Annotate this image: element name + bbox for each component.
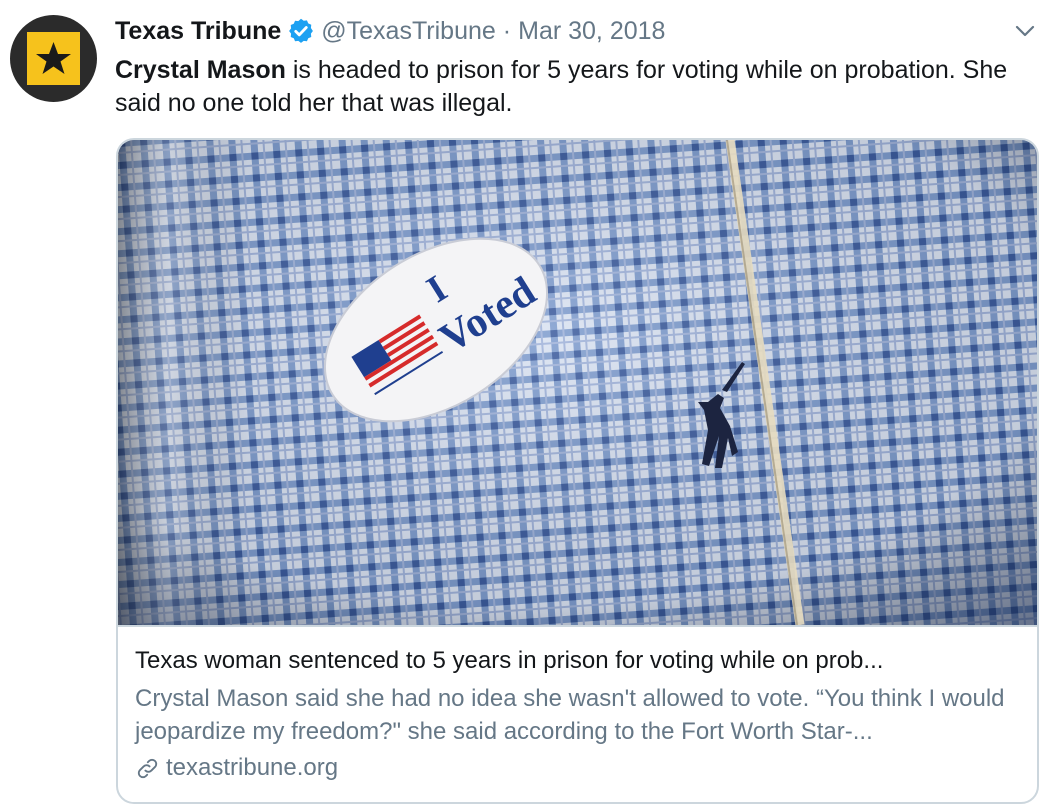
author-name[interactable]: Texas Tribune <box>115 17 281 46</box>
separator-dot: · <box>502 16 512 45</box>
avatar[interactable] <box>10 15 97 102</box>
tweet-text: Crystal Mason is headed to prison for 5 … <box>115 54 1025 120</box>
card-domain-text[interactable]: texastribune.org <box>166 754 338 782</box>
card-image[interactable]: I Voted <box>118 140 1039 625</box>
author-handle[interactable]: @TexasTribune <box>321 17 496 46</box>
star-icon <box>36 42 71 74</box>
chevron-down-icon[interactable] <box>1014 20 1036 42</box>
link-card[interactable]: I Voted Texas woman sentenced to 5 years… <box>116 138 1039 804</box>
tweet-text-bold: Crystal Mason <box>115 56 286 84</box>
card-domain[interactable]: texastribune.org <box>135 754 338 782</box>
tweet-date[interactable]: Mar 30, 2018 <box>518 17 665 46</box>
card-body[interactable]: Texas woman sentenced to 5 years in pris… <box>118 625 1037 802</box>
tweet-header: Texas Tribune @TexasTribune · Mar 30, 20… <box>115 14 665 48</box>
link-icon <box>137 758 158 778</box>
verified-badge-icon <box>289 18 314 43</box>
card-title: Texas woman sentenced to 5 years in pris… <box>135 647 884 674</box>
card-description: Crystal Mason said she had no idea she w… <box>135 685 1005 745</box>
